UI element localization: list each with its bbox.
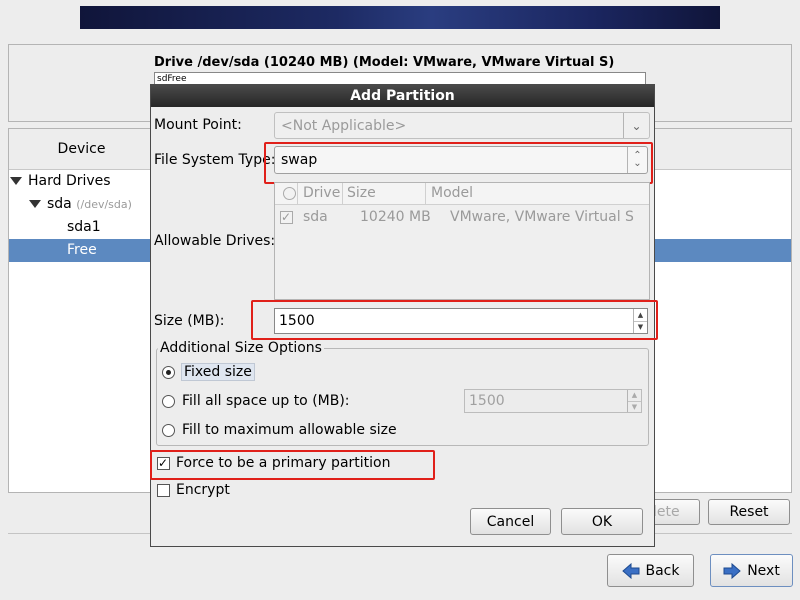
- column-header-size[interactable]: Size: [347, 185, 376, 201]
- fill-upto-option[interactable]: Fill all space up to (MB):: [162, 393, 350, 409]
- cancel-button[interactable]: Cancel: [470, 508, 551, 535]
- tree-item-label: Free: [67, 242, 97, 258]
- tree-item-path: (/dev/sda): [76, 198, 132, 211]
- device-header-label: Device: [57, 141, 106, 157]
- tree-item-label: sda: [47, 196, 72, 212]
- next-button-label: Next: [747, 562, 780, 579]
- tree-selection-fill: [652, 239, 791, 262]
- installer-banner: [80, 6, 720, 29]
- column-divider: [425, 183, 426, 204]
- encrypt-option[interactable]: Encrypt: [157, 482, 230, 498]
- tree-item-label: sda1: [67, 219, 101, 235]
- column-divider: [342, 183, 343, 204]
- drive-checkbox[interactable]: ✓: [280, 210, 293, 224]
- fill-max-option[interactable]: Fill to maximum allowable size: [162, 422, 397, 438]
- reset-button[interactable]: Reset: [708, 499, 790, 525]
- spin-up-icon[interactable]: ▲: [628, 390, 641, 401]
- next-arrow-icon: [723, 562, 741, 579]
- mount-point-value: <Not Applicable>: [281, 117, 407, 134]
- fixed-size-option[interactable]: Fixed size: [162, 363, 255, 381]
- expander-icon[interactable]: [29, 200, 41, 208]
- delete-button-label: lete: [653, 504, 680, 520]
- drive-name-cell: sda: [303, 209, 328, 225]
- expander-icon[interactable]: [10, 177, 22, 185]
- tree-item-hard-drives[interactable]: Hard Drives: [10, 170, 111, 193]
- ok-button-label: OK: [591, 513, 613, 530]
- dialog-title: Add Partition: [350, 88, 455, 104]
- drive-model-cell: VMware, VMware Virtual S: [450, 209, 634, 225]
- fill-max-label: Fill to maximum allowable size: [182, 422, 397, 438]
- column-header-model[interactable]: Model: [431, 185, 473, 201]
- encrypt-checkbox[interactable]: [157, 483, 170, 497]
- ok-button[interactable]: OK: [561, 508, 643, 535]
- column-header-drive[interactable]: Drive: [303, 185, 340, 201]
- fixed-size-label: Fixed size: [181, 363, 255, 381]
- encrypt-label: Encrypt: [176, 482, 230, 498]
- additional-size-legend: Additional Size Options: [158, 340, 324, 356]
- table-row[interactable]: ✓ sda 10240 MB VMware, VMware Virtual S: [275, 208, 649, 228]
- spin-down-icon[interactable]: ▼: [628, 400, 641, 413]
- device-tree-header-fill: [652, 129, 791, 170]
- back-arrow-icon: [621, 562, 639, 579]
- cancel-button-label: Cancel: [486, 513, 535, 530]
- back-button-label: Back: [645, 562, 680, 579]
- fill-upto-spinbutton[interactable]: 1500 ▲ ▼: [464, 389, 642, 413]
- highlight-size: [251, 300, 658, 340]
- fs-type-label: File System Type:: [154, 152, 276, 168]
- fixed-size-radio[interactable]: [162, 365, 175, 379]
- allowable-drives-label: Allowable Drives:: [154, 233, 276, 249]
- size-label: Size (MB):: [154, 313, 225, 329]
- drive-size-cell: 10240 MB: [360, 209, 431, 225]
- select-all-circle[interactable]: [283, 187, 296, 200]
- back-button[interactable]: Back: [607, 554, 694, 587]
- mount-point-label: Mount Point:: [154, 117, 242, 133]
- fill-upto-radio[interactable]: [162, 394, 175, 408]
- tree-item-label: Hard Drives: [28, 173, 111, 189]
- reset-button-label: Reset: [729, 504, 769, 520]
- tree-item-free[interactable]: Free: [67, 239, 97, 262]
- highlight-force-primary: [150, 450, 435, 480]
- next-button[interactable]: Next: [710, 554, 793, 587]
- mount-point-combo[interactable]: <Not Applicable> ⌄: [274, 112, 650, 139]
- fill-upto-label: Fill all space up to (MB):: [182, 393, 350, 409]
- tree-item-sda[interactable]: sda (/dev/sda): [29, 193, 132, 216]
- tree-item-sda1[interactable]: sda1: [67, 216, 101, 239]
- drives-list-header: Drive Size Model: [275, 183, 649, 205]
- chevron-down-icon: ⌄: [623, 113, 649, 138]
- column-divider: [297, 183, 298, 204]
- fill-upto-value: 1500: [469, 393, 505, 409]
- fill-max-radio[interactable]: [162, 423, 175, 437]
- dialog-title-bar: Add Partition: [151, 85, 654, 107]
- highlight-fs-type: [264, 142, 653, 184]
- drive-title: Drive /dev/sda (10240 MB) (Model: VMware…: [154, 55, 615, 70]
- fill-upto-spin-buttons[interactable]: ▲ ▼: [627, 390, 641, 412]
- device-column-header[interactable]: Device: [9, 129, 154, 170]
